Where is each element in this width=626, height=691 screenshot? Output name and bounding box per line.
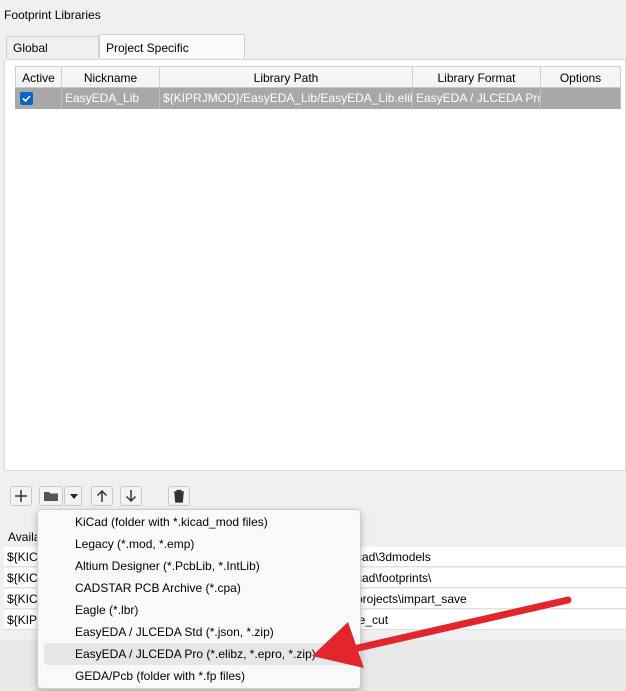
menu-item-eagle[interactable]: Eagle (*.lbr) [44, 599, 354, 621]
available-substitutions-label: Availa [8, 530, 41, 544]
menu-item-altium[interactable]: Altium Designer (*.PcbLib, *.IntLib) [44, 555, 354, 577]
libraries-panel: Active Nickname Library Path Library For… [4, 59, 626, 471]
library-type-menu: KiCad (folder with *.kicad_mod files) Le… [37, 509, 361, 689]
table-row[interactable]: EasyEDA_Lib ${KIPRJMOD}/EasyEDA_Lib/Easy… [15, 88, 625, 109]
menu-item-easyeda-pro[interactable]: EasyEDA / JLCEDA Pro (*.elibz, *.epro, *… [44, 643, 354, 665]
menu-item-easyeda-std[interactable]: EasyEDA / JLCEDA Std (*.json, *.zip) [44, 621, 354, 643]
options-cell[interactable] [541, 88, 621, 109]
library-type-dropdown-button[interactable] [64, 486, 82, 506]
path-value: cad\3dmodels [356, 550, 431, 564]
column-header-library-path[interactable]: Library Path [160, 66, 413, 88]
column-header-nickname[interactable]: Nickname [62, 66, 160, 88]
active-cell[interactable] [15, 88, 62, 109]
tab-project-specific-libraries[interactable]: Project Specific Libraries [99, 34, 245, 81]
browse-library-button[interactable] [39, 486, 63, 506]
table-header: Active Nickname Library Path Library For… [15, 66, 625, 88]
menu-item-legacy[interactable]: Legacy (*.mod, *.emp) [44, 533, 354, 555]
delete-library-button[interactable] [168, 486, 190, 506]
column-header-library-format[interactable]: Library Format [413, 66, 541, 88]
column-header-options[interactable]: Options [541, 66, 621, 88]
path-value: projects\impart_save [356, 592, 467, 606]
window-title: Footprint Libraries [4, 8, 101, 22]
active-checkbox[interactable] [20, 92, 33, 105]
add-library-button[interactable] [10, 486, 32, 506]
nickname-cell[interactable]: EasyEDA_Lib [62, 88, 160, 109]
library-format-cell[interactable]: EasyEDA / JLCEDA Pro [413, 88, 541, 109]
path-variable: ${KIC [7, 571, 38, 585]
menu-item-cadstar[interactable]: CADSTAR PCB Archive (*.cpa) [44, 577, 354, 599]
move-up-button[interactable] [91, 486, 113, 506]
menu-item-kicad[interactable]: KiCad (folder with *.kicad_mod files) [44, 511, 354, 533]
library-path-cell[interactable]: ${KIPRJMOD}/EasyEDA_Lib/EasyEDA_Lib.elib… [160, 88, 413, 109]
menu-item-geda[interactable]: GEDA/Pcb (folder with *.fp files) [44, 665, 354, 687]
path-variable: ${KIC [7, 550, 38, 564]
path-value: cad\footprints\ [356, 571, 432, 585]
move-down-button[interactable] [120, 486, 142, 506]
path-variable: ${KIC [7, 592, 38, 606]
tab-global-libraries[interactable]: Global Libraries [6, 36, 99, 77]
column-header-active[interactable]: Active [15, 66, 62, 88]
